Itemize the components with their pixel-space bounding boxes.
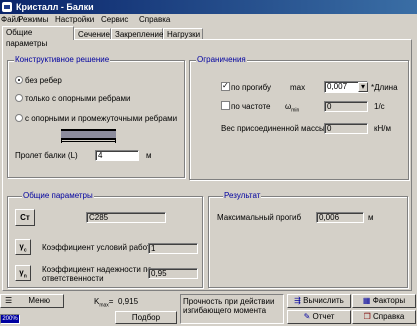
tab-strip: Общие параметры Сечение Закрепление Нагр… (0, 26, 417, 48)
factors-icon: ▦ (362, 296, 371, 305)
omega-unit: 1/с (374, 102, 385, 111)
omega-label: ωmin (285, 102, 300, 114)
gamma-n-input[interactable]: 0,95 (148, 268, 198, 279)
deflection-label: по прогибу (231, 83, 272, 92)
radio-all-ribs[interactable] (15, 114, 23, 122)
status-line-2: изгибающего момента (183, 306, 267, 315)
help-button[interactable]: ❒ Справка (352, 310, 416, 324)
status-panel: Прочность при действии изгибающего момен… (180, 294, 284, 324)
mass-label: Вес присоединенной массы (221, 124, 325, 133)
result-group: Результат Максимальный прогиб 0,006 м (208, 191, 408, 288)
title-bar: Кристалл - Балки (0, 0, 417, 14)
menu-button[interactable]: ☰ Меню (0, 294, 64, 308)
frequency-label: по частоте (231, 102, 271, 111)
deflection-checkbox[interactable] (221, 81, 230, 91)
max-deflection-label: Максимальный прогиб (217, 213, 302, 222)
select-button[interactable]: Подбор (115, 311, 177, 324)
menu-service[interactable]: Сервис (101, 15, 128, 24)
app-icon (2, 2, 12, 12)
gamma-c-label: Коэффициент условий работы (42, 243, 157, 252)
construct-group: Конструктивное решение без ребер только … (7, 55, 185, 178)
general-group: Общие параметры Ст C285 γc Коэффициент у… (7, 191, 203, 288)
status-line-1: Прочность при действии (183, 297, 275, 306)
kmax-value: 0,915 (118, 297, 139, 306)
steel-value: C285 (86, 212, 166, 223)
max-deflection-value: 0,007 (327, 82, 348, 91)
factors-button[interactable]: ▦ Факторы (352, 294, 416, 308)
radio-no-ribs-label: без ребер (25, 76, 62, 85)
radio-all-ribs-label: с опорными и промежуточными ребрами (25, 114, 178, 123)
span-label: Пролет балки (L) (15, 151, 78, 160)
gamma-c-input[interactable]: 1 (148, 243, 198, 254)
menu-icon: ☰ (5, 296, 13, 305)
chevron-down-icon[interactable]: ▾ (358, 82, 368, 92)
gamma-n-icon[interactable]: γn (15, 265, 31, 281)
tab-fixing[interactable]: Закрепление (111, 28, 163, 39)
limits-title: Ограничения (196, 55, 247, 64)
frequency-checkbox[interactable] (221, 101, 230, 110)
tab-general[interactable]: Общие параметры (2, 26, 74, 48)
menu-button-label: Меню (28, 296, 51, 305)
tab-content: Конструктивное решение без ребер только … (2, 39, 412, 291)
corner-badge: 200% (0, 314, 20, 324)
construct-title: Конструктивное решение (14, 55, 111, 64)
gamma-n-label-2: ответственности (42, 274, 104, 283)
report-label: Отчет (312, 312, 335, 321)
tab-section[interactable]: Сечение (74, 28, 111, 39)
report-button[interactable]: ✎ Отчет (287, 310, 351, 324)
report-icon: ✎ (303, 312, 311, 321)
factors-label: Факторы (372, 296, 406, 305)
menu-help[interactable]: Справка (139, 15, 170, 24)
general-title: Общие параметры (22, 191, 94, 200)
max-deflection-result: 0,006 (316, 212, 364, 223)
help-book-icon: ❒ (363, 312, 371, 321)
bottom-bar: ☰ Меню 200% Kmax= 0,915 Подбор Прочность… (0, 292, 417, 326)
max-label: max (290, 83, 306, 92)
gamma-n-label-1: Коэффициент надежности по (42, 265, 152, 274)
radio-no-ribs[interactable] (15, 76, 23, 84)
length-label: *Длина (371, 83, 398, 92)
mass-input[interactable]: 0 (324, 123, 368, 134)
kmax-label: Kmax= (94, 297, 114, 309)
result-title: Результат (223, 191, 262, 200)
window-title: Кристалл - Балки (16, 2, 94, 12)
menu-settings[interactable]: Настройки (55, 15, 94, 24)
calculate-button[interactable]: ⇶ Вычислить (287, 294, 351, 308)
calculate-icon: ⇶ (294, 296, 301, 305)
span-unit: м (146, 151, 152, 160)
radio-support-ribs[interactable] (15, 94, 23, 102)
limits-group: Ограничения по прогибу max 0,007 ▾ *Длин… (189, 55, 409, 180)
gamma-c-icon[interactable]: γc (15, 239, 31, 255)
max-deflection-unit: м (368, 213, 374, 222)
mass-unit: кН/м (374, 124, 391, 133)
span-input[interactable]: 4 (95, 150, 139, 161)
menu-modes[interactable]: Режимы (18, 15, 48, 24)
beam-image (61, 129, 116, 143)
omega-input[interactable]: 0 (324, 101, 368, 112)
help-label: Справка (373, 312, 405, 321)
menu-bar: Файл Режимы Настройки Сервис Справка (0, 14, 417, 26)
steel-icon[interactable]: Ст (15, 209, 35, 226)
tab-loads[interactable]: Нагрузки (163, 28, 203, 39)
omega-subscript: min (291, 107, 300, 114)
radio-support-ribs-label: только с опорными ребрами (25, 94, 131, 103)
calculate-label: Вычислить (303, 296, 344, 305)
